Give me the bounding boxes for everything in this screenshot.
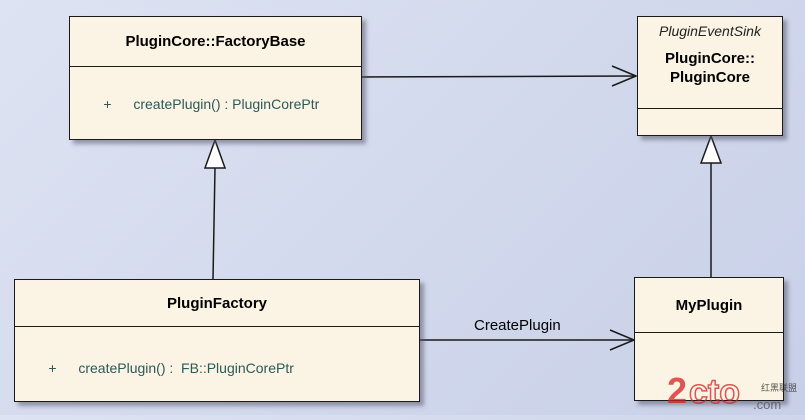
uml-class-diagram: PluginCore::FactoryBase +createPlugin() … <box>0 0 805 415</box>
edge-label-createplugin: CreatePlugin <box>474 317 561 334</box>
class-stereotype: PluginEventSink <box>659 23 761 39</box>
class-name-line1: PluginCore:: <box>665 50 755 67</box>
visibility-marker: + <box>48 360 57 376</box>
operation-signature: createPlugin() : PluginCorePtr <box>133 96 320 112</box>
class-name: PluginCore::FactoryBase <box>125 33 306 50</box>
operation-row[interactable]: + createPlugin() : FB::PluginCorePtr <box>25 344 294 392</box>
class-plugincore[interactable]: PluginEventSink PluginCore:: PluginCore <box>637 16 783 136</box>
visibility-marker: + <box>103 96 112 112</box>
svg-text:2: 2 <box>667 370 687 411</box>
svg-text:cto: cto <box>689 373 740 411</box>
class-name: MyPlugin <box>675 296 743 314</box>
class-name-line2: PluginCore <box>669 69 750 86</box>
class-header: MyPlugin <box>635 278 783 333</box>
class-pluginfactory[interactable]: PluginFactory + createPlugin() : FB::Plug… <box>14 279 420 402</box>
class-name: PluginFactory <box>166 294 267 312</box>
operation-signature: createPlugin() : FB::PluginCorePtr <box>78 360 294 376</box>
svg-text:.com: .com <box>753 397 781 412</box>
hollow-triangle-arrow-icon <box>203 137 227 169</box>
watermark-logo: 2 cto 红黑联盟 .com <box>665 365 805 415</box>
association-line-factorybase-to-plugincore <box>361 75 637 78</box>
watermark-logo-icon: 2 cto 红黑联盟 .com <box>667 370 797 412</box>
class-header: PluginFactory <box>15 280 419 327</box>
hollow-triangle-arrow-icon <box>699 133 723 164</box>
svg-text:红黑联盟: 红黑联盟 <box>761 382 797 393</box>
operation-row[interactable]: + createPlugin() : PluginCorePtr <box>80 80 319 128</box>
class-header: PluginCore::FactoryBase <box>70 17 361 67</box>
class-header: PluginEventSink PluginCore:: PluginCore <box>638 17 782 109</box>
generalization-line-pluginfactory-to-factorybase <box>212 167 216 280</box>
class-factorybase[interactable]: PluginCore::FactoryBase + createPlugin() … <box>69 16 362 140</box>
